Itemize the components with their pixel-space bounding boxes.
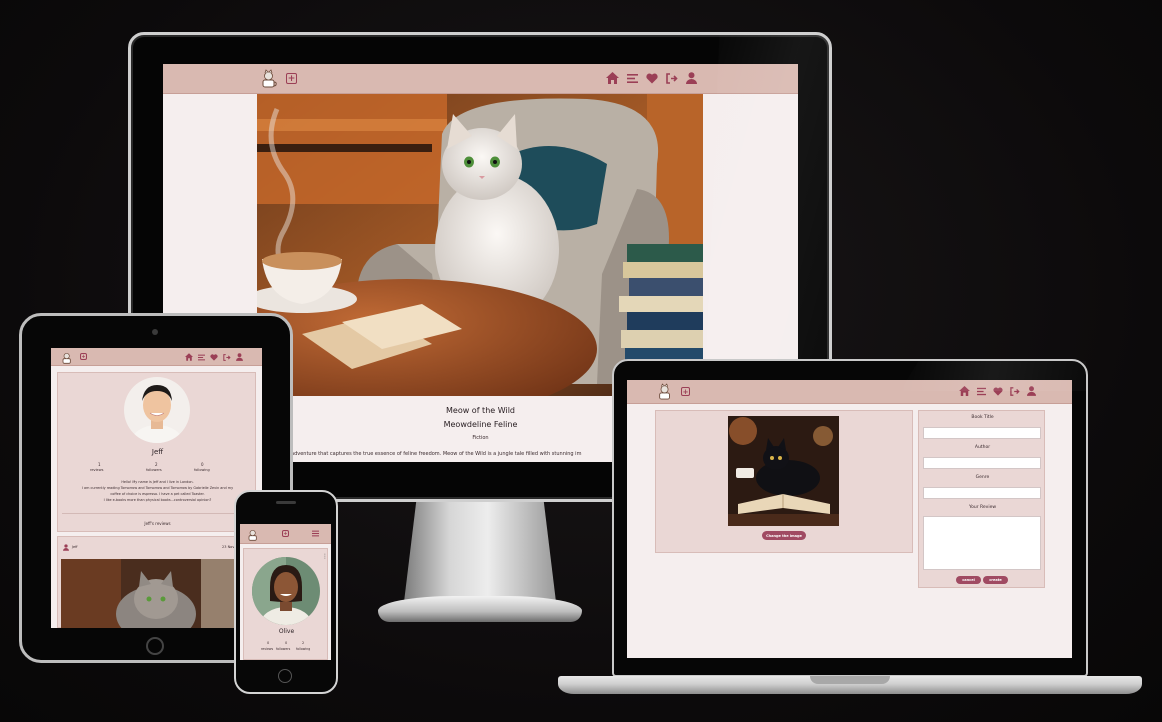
plus-square-icon[interactable]: + — [286, 73, 297, 84]
bio-line-3: coffee of choice is espresso. I have a p… — [110, 492, 205, 496]
divider — [62, 513, 253, 514]
user-icon — [63, 544, 69, 551]
monitor-stand-neck — [404, 502, 556, 602]
menu-icon[interactable] — [627, 73, 638, 84]
review-textarea[interactable] — [923, 516, 1041, 570]
stat-followers-label: followers — [146, 468, 162, 472]
reviews-heading: Jeff's reviews — [144, 521, 171, 526]
stat-followers-label: followers — [276, 647, 291, 651]
laptop-glare — [900, 361, 1086, 391]
plus-square-icon[interactable]: + — [80, 353, 87, 360]
user-icon[interactable] — [686, 72, 697, 84]
stat-following-value: 2 — [302, 641, 305, 645]
tablet-home-button[interactable] — [146, 637, 164, 655]
heart-icon[interactable] — [646, 73, 658, 84]
image-upload-card: Change the image — [655, 410, 913, 553]
review-author[interactable]: Jeff — [72, 545, 78, 549]
bio-line-1: Hello! My name is Jeff and I live in Lon… — [121, 480, 194, 484]
field-label-title: Book Title — [971, 415, 994, 420]
bio-line-2: I am currently reading Tomorrow and Tomo… — [81, 486, 234, 490]
genre-input[interactable] — [923, 487, 1041, 499]
phone-home-button[interactable] — [278, 669, 292, 683]
book-cover-preview — [728, 416, 839, 526]
laptop-screen: + Change the image Book Title Author Gen… — [627, 380, 1072, 658]
author-input[interactable] — [923, 457, 1041, 469]
avatar — [124, 377, 190, 443]
create-button[interactable]: create — [983, 576, 1008, 584]
home-icon[interactable] — [185, 353, 193, 361]
profile-card: ⋮ Olive 0 reviews 0 followers 2 followin… — [243, 548, 328, 660]
stat-reviews-label: reviews — [261, 647, 274, 651]
book-blurb: adventure that captures the true essence… — [291, 451, 582, 457]
profile-card: Jeff 1 reviews 2 followers 0 following H… — [57, 372, 256, 532]
book-title-input[interactable] — [923, 427, 1041, 439]
cancel-button[interactable]: cancel — [956, 576, 981, 584]
field-label-author: Author — [974, 445, 991, 450]
profile-name: Olive — [278, 628, 295, 635]
change-image-button[interactable]: Change the image — [762, 531, 806, 540]
field-label-review: Your Review — [968, 505, 997, 510]
book-cover-image — [257, 94, 703, 396]
stat-followers-value: 0 — [285, 641, 288, 645]
navbar: + — [240, 524, 331, 544]
menu-icon[interactable] — [312, 530, 319, 537]
cat-coffee-logo[interactable] — [61, 350, 73, 364]
laptop-notch — [810, 676, 890, 684]
tablet-screen: + Jeff 1 reviews 2 followers 0 following — [51, 348, 262, 628]
navbar: + — [51, 348, 262, 366]
profile-name: Jeff — [151, 448, 164, 456]
cat-coffee-logo[interactable] — [657, 383, 673, 401]
review-cat-image — [61, 559, 254, 628]
review-card[interactable]: Jeff 23 Nov — [57, 536, 256, 628]
stat-reviews-value: 1 — [98, 462, 101, 467]
tablet-camera — [152, 329, 158, 335]
review-form-card: Book Title Author Genre Your Review canc… — [918, 410, 1045, 588]
stat-following-value: 0 — [201, 462, 204, 467]
navbar: + — [163, 64, 798, 94]
sign-out-icon[interactable] — [666, 72, 678, 84]
phone-screen: + ⋮ Olive 0 reviews 0 followers 2 follow… — [240, 524, 331, 660]
sign-out-icon[interactable] — [223, 353, 231, 361]
cat-coffee-logo[interactable] — [259, 69, 279, 89]
stat-following-label: following — [194, 468, 210, 472]
cat-coffee-logo[interactable] — [247, 527, 259, 541]
phone-speaker — [276, 501, 296, 504]
more-options-icon[interactable]: ⋮ — [322, 554, 328, 563]
plus-square-icon[interactable]: + — [282, 530, 289, 537]
menu-icon[interactable] — [198, 354, 205, 361]
home-icon[interactable] — [606, 72, 619, 84]
bio-line-4: I like e-books more than physical books.… — [103, 498, 212, 502]
heart-icon[interactable] — [210, 353, 218, 361]
stat-followers-value: 2 — [155, 462, 158, 467]
field-label-genre: Genre — [975, 475, 990, 480]
stat-reviews-value: 0 — [267, 641, 270, 645]
plus-square-icon[interactable]: + — [681, 387, 690, 396]
monitor-stand-base — [378, 596, 582, 622]
review-date: 23 Nov — [222, 545, 235, 549]
avatar — [252, 557, 320, 625]
user-icon[interactable] — [236, 353, 243, 361]
stat-following-label: following — [296, 647, 311, 651]
stat-reviews-label: reviews — [90, 468, 104, 472]
